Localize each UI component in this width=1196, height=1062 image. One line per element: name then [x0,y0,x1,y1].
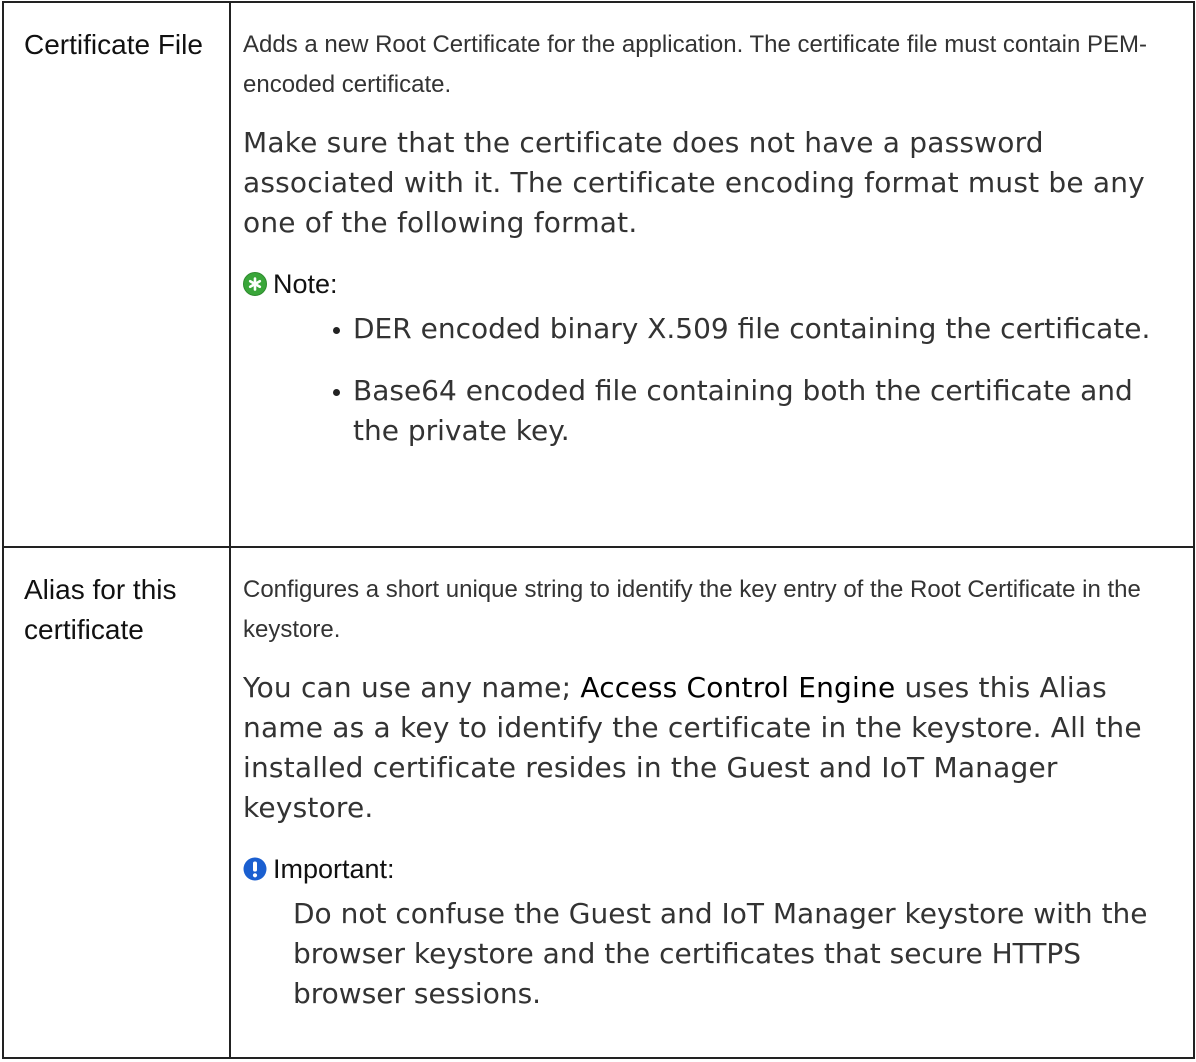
important-callout-title: Important: [243,849,1175,889]
parameter-description-certificate-file: Adds a new Root Certificate for the appl… [229,1,1195,548]
important-body: Do not confuse the Guest and IoT Manager… [293,897,1148,1010]
list-item-text: DER encoded binary X.509 file containing… [353,312,1151,345]
list-item-text: Base64 encoded file containing both the … [353,374,1133,447]
list-item: DER encoded binary X.509 file containing… [333,309,1175,349]
bullet-icon [333,389,340,396]
parameter-description-alias: Configures a short unique string to iden… [229,546,1195,1059]
alias-intro: Configures a short unique string to iden… [243,576,1141,643]
note-list: DER encoded binary X.509 file containing… [243,309,1175,451]
parameter-table: Certificate File Adds a new Root Certifi… [2,1,1195,1059]
bullet-icon [333,327,340,334]
blue-exclamation-icon [243,857,267,881]
green-star-icon [243,272,267,296]
table-row-alias: Alias for this certificate Configures a … [2,546,1195,1059]
certificate-file-detail: Make sure that the certificate does not … [243,126,1145,239]
parameter-name-alias: Alias for this certificate [2,546,231,1059]
note-label: Note: [273,268,338,299]
note-callout-title: Note: [243,264,1175,304]
table-row-certificate-file: Certificate File Adds a new Root Certifi… [2,1,1195,548]
alias-detail-before: You can use any name; [243,671,581,704]
alias-detail: You can use any name; Access Control Eng… [243,668,1175,828]
parameter-name-certificate-file: Certificate File [2,1,231,548]
product-name-emphasis: Access Control Engine [580,671,896,704]
list-item: Base64 encoded file containing both the … [333,371,1175,451]
important-label: Important: [273,853,395,884]
certificate-file-intro: Adds a new Root Certificate for the appl… [243,31,1147,98]
